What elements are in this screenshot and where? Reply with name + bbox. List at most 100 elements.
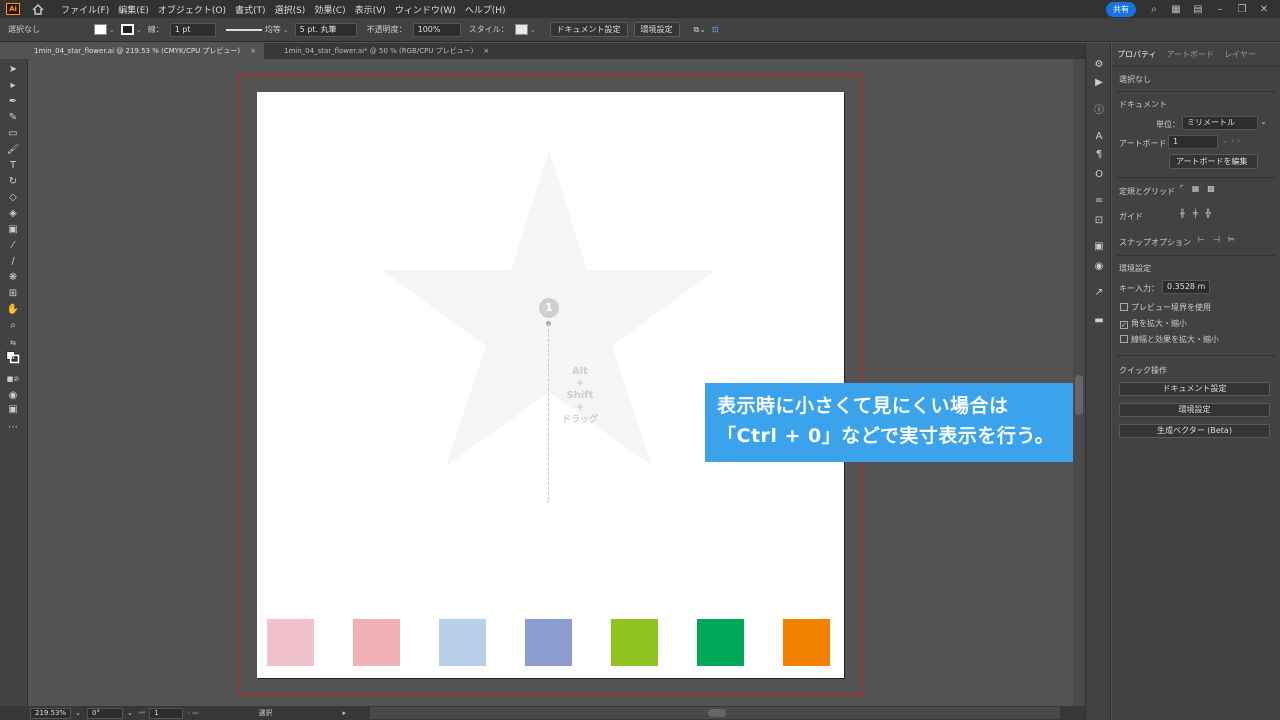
scale-strokes-checkbox[interactable]: 線幅と効果を拡大・縮小 [1120, 334, 1219, 345]
color-swatch-square[interactable] [267, 619, 314, 666]
menu-select[interactable]: 選択(S) [275, 3, 306, 16]
color-mode-icon[interactable]: ■⊘ [6, 373, 20, 385]
stroke-weight-field[interactable]: 1 pt [169, 22, 216, 37]
search-icon[interactable]: ⌕ [1148, 3, 1160, 15]
color-swatch-square[interactable] [525, 619, 572, 666]
rotation-field[interactable]: 0° [87, 707, 124, 719]
actions-icon[interactable]: ▶ [1092, 77, 1106, 89]
next-artboard-icon[interactable]: › ⏭ [187, 709, 198, 718]
zoom-field[interactable]: 219.53% [30, 707, 72, 719]
opentype-icon[interactable]: O [1092, 169, 1106, 181]
tab-document-2[interactable]: 1min_04_star_flower.ai* @ 50 % (RGB/CPU … [264, 43, 497, 59]
snap-icons[interactable]: ⊢⊣⊨ [1198, 235, 1243, 244]
artboard-dropdown[interactable]: 1 [1168, 135, 1218, 149]
stroke-swatch[interactable]: ⌄ [120, 24, 142, 35]
menu-object[interactable]: オブジェクト(O) [158, 3, 226, 16]
close-icon[interactable]: × [250, 43, 256, 59]
horizontal-scrollbar[interactable] [370, 707, 1060, 719]
qa-generate-vector-button[interactable]: 生成ベクター (Beta) [1119, 424, 1270, 438]
blend-tool-icon[interactable]: ∕ [6, 255, 20, 267]
document-setup-button[interactable]: ドキュメント設定 [549, 22, 628, 37]
keyboard-increment-field[interactable]: 0.3528 m [1162, 280, 1210, 294]
export-icon[interactable]: ⊡ [1092, 215, 1106, 227]
comments-icon[interactable]: ▬ [1092, 315, 1106, 327]
scrollbar-thumb[interactable] [1075, 375, 1083, 415]
share-for-review-icon[interactable]: ↗ [1092, 287, 1106, 299]
tab-layers[interactable]: レイヤー [1219, 49, 1261, 60]
appearance-icon[interactable]: ◉ [1092, 261, 1106, 273]
color-swatch-square[interactable] [611, 619, 658, 666]
color-swatch-square[interactable] [697, 619, 744, 666]
artboard-tool-icon[interactable]: ⊞ [6, 287, 20, 299]
pen-tool-icon[interactable]: ✒ [6, 95, 20, 107]
shape-builder-tool-icon[interactable]: ◈ [6, 207, 20, 219]
more-tools-icon[interactable]: ⋯ [6, 421, 20, 433]
home-icon[interactable] [32, 3, 44, 15]
qa-preferences-button[interactable]: 環境設定 [1119, 403, 1270, 417]
direct-selection-tool-icon[interactable]: ▸ [6, 79, 20, 91]
swap-colors-icon[interactable]: ⇆ [6, 337, 20, 349]
restore-icon[interactable]: ❐ [1236, 3, 1248, 15]
menu-edit[interactable]: 編集(E) [118, 3, 149, 16]
drawing-mode-icon[interactable]: ◉ [6, 389, 20, 401]
status-menu-icon[interactable]: ▸ [343, 709, 347, 717]
scale-corners-checkbox[interactable]: ✓ 角を拡大・縮小 [1120, 318, 1187, 329]
line-style-dropdown[interactable]: 均等 ⌄ [225, 24, 289, 35]
first-artboard-icon[interactable]: ⏮ [139, 709, 145, 718]
rectangle-tool-icon[interactable]: ▭ [6, 127, 20, 139]
artboard-nav-icon[interactable]: ⌄ ‹ › [1222, 136, 1240, 145]
links-icon[interactable]: ⚙ [1092, 59, 1106, 71]
scrollbar-thumb[interactable] [708, 709, 726, 717]
arrange-documents-icon[interactable]: ⧉⌄ [694, 25, 706, 35]
eyedropper-tool-icon[interactable]: ⁄ [6, 239, 20, 251]
libraries-icon[interactable]: ▣ [1092, 241, 1106, 253]
color-swatch-square[interactable] [353, 619, 400, 666]
curvature-tool-icon[interactable]: ✎ [6, 111, 20, 123]
opacity-field[interactable]: 100% [412, 22, 461, 37]
tab-artboards[interactable]: アートボード [1162, 49, 1220, 60]
menu-file[interactable]: ファイル(F) [61, 3, 109, 16]
units-dropdown[interactable]: ミリメートル [1182, 116, 1258, 130]
qa-document-setup-button[interactable]: ドキュメント設定 [1119, 382, 1270, 396]
character-icon[interactable]: A [1092, 131, 1106, 143]
menu-effect[interactable]: 効果(C) [314, 3, 345, 16]
preview-bounds-checkbox[interactable]: プレビュー境界を使用 [1120, 302, 1211, 313]
close-icon[interactable]: × [483, 43, 489, 59]
selection-tool-icon[interactable]: ➤ [6, 63, 20, 75]
fill-stroke-icon[interactable] [6, 351, 20, 364]
fill-swatch[interactable]: ⌄ [94, 24, 115, 35]
paintbrush-tool-icon[interactable]: 🖌 [6, 143, 20, 155]
zoom-tool-icon[interactable]: ⌕ [6, 319, 20, 331]
link-icon[interactable]: ∞ [1092, 195, 1106, 207]
rulers-grid-icons[interactable]: ⌜▦▩ [1180, 184, 1223, 193]
rotate-tool-icon[interactable]: ↻ [6, 175, 20, 187]
menu-help[interactable]: ヘルプ(H) [465, 3, 506, 16]
brush-dropdown[interactable]: 5 pt. 丸筆 [294, 22, 357, 37]
menu-view[interactable]: 表示(V) [355, 3, 386, 16]
share-button[interactable]: 共有 [1106, 1, 1136, 17]
guides-icons[interactable]: ╫╪╬ [1180, 209, 1218, 218]
color-swatch-square[interactable] [439, 619, 486, 666]
style-swatch[interactable]: ⌄ [514, 24, 536, 35]
tab-properties[interactable]: プロパティ [1112, 49, 1162, 60]
preferences-button[interactable]: 環境設定 [633, 22, 680, 37]
artboard-nav-field[interactable]: 1 [149, 707, 184, 719]
info-icon[interactable]: ⓘ [1092, 105, 1106, 117]
edit-artboard-button[interactable]: アートボードを編集 [1169, 154, 1258, 169]
tab-document-1[interactable]: 1min_04_star_flower.ai @ 219.53 % (CMYK/… [0, 43, 265, 59]
type-tool-icon[interactable]: T [6, 159, 20, 171]
color-swatch-square[interactable] [783, 619, 830, 666]
workspace-icon[interactable]: ▦ [1170, 3, 1182, 15]
menu-window[interactable]: ウィンドウ(W) [395, 3, 456, 16]
arrange-icon[interactable]: ▤ [1192, 3, 1204, 15]
minimize-icon[interactable]: – [1214, 3, 1226, 15]
screen-mode-icon[interactable]: ▣ [6, 403, 20, 415]
close-icon[interactable]: ✕ [1258, 3, 1270, 15]
vertical-scrollbar[interactable] [1073, 59, 1085, 706]
symbol-sprayer-tool-icon[interactable]: ❋ [6, 271, 20, 283]
menu-type[interactable]: 書式(T) [235, 3, 266, 16]
share-icon[interactable]: ⊡ [712, 25, 719, 34]
hand-tool-icon[interactable]: ✋ [6, 303, 20, 315]
paragraph-icon[interactable]: ¶ [1092, 149, 1106, 161]
eraser-tool-icon[interactable]: ◇ [6, 191, 20, 203]
